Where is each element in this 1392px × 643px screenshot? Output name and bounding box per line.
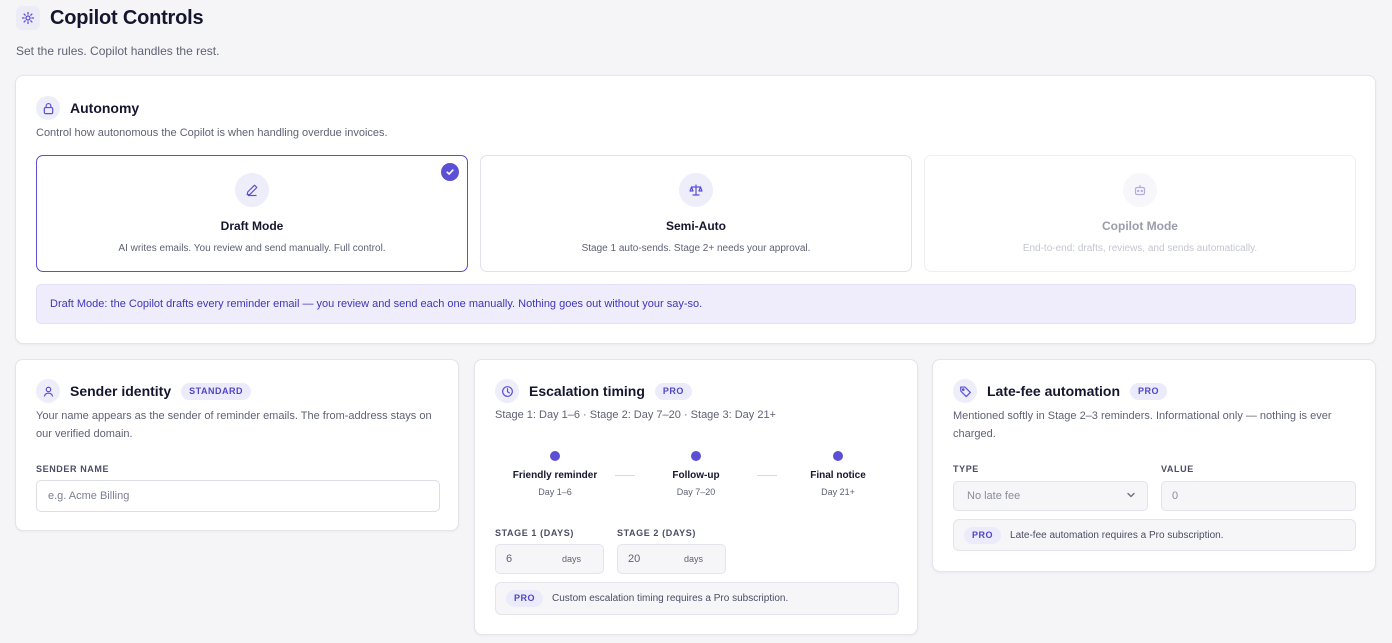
late-fee-type-select[interactable]: No late fee xyxy=(953,481,1148,511)
stage-range: Day 7–20 xyxy=(676,487,716,497)
escalation-summary: Stage 1: Day 1–6 · Stage 2: Day 7–20 · S… xyxy=(495,409,776,421)
stage-name: Final notice xyxy=(810,470,866,481)
late-fee-value: 0 xyxy=(1172,490,1179,502)
type-value: No late fee xyxy=(967,490,1021,502)
autonomy-title: Autonomy xyxy=(70,100,140,116)
stage-follow-up: Follow-up Day 7–20 xyxy=(649,451,743,497)
days-unit: days xyxy=(561,554,581,564)
pencil-icon xyxy=(235,173,269,207)
mode-option-semi-auto[interactable]: Semi-Auto Stage 1 auto-sends. Stage 2+ n… xyxy=(480,155,912,272)
stage-range: Day 21+ xyxy=(821,487,855,497)
page-subtitle: Set the rules. Copilot handles the rest. xyxy=(16,44,220,58)
days-unit: days xyxy=(683,554,703,564)
standard-badge: STANDARD xyxy=(181,382,251,400)
stage-name: Follow-up xyxy=(672,470,720,481)
sparkle-icon xyxy=(16,6,40,30)
mode-description: End-to-end: drafts, reviews, and sends a… xyxy=(1022,243,1258,254)
late-fee-card: Late-fee automation PRO Mentioned softly… xyxy=(932,359,1376,572)
stage2-days-label: STAGE 2 (DAYS) xyxy=(617,528,696,538)
value-label: VALUE xyxy=(1161,464,1194,474)
pro-upgrade-note: PRO Late-fee automation requires a Pro s… xyxy=(953,519,1356,551)
mode-name: Draft Mode xyxy=(220,219,284,233)
sender-title: Sender identity xyxy=(70,383,172,399)
pro-upgrade-note: PRO Custom escalation timing requires a … xyxy=(495,582,899,615)
sender-name-input[interactable] xyxy=(36,480,440,512)
stage2-days-stepper[interactable]: 20 days xyxy=(617,544,726,574)
mode-description: Stage 1 auto-sends. Stage 2+ needs your … xyxy=(581,243,811,254)
stage-dot xyxy=(550,451,560,461)
pro-badge: PRO xyxy=(654,382,692,400)
autonomy-card: Autonomy Control how autonomous the Copi… xyxy=(15,75,1376,344)
stage-range: Day 1–6 xyxy=(538,487,572,497)
page-header: Copilot Controls Set the rules. Copilot … xyxy=(16,6,219,58)
stage-name: Friendly reminder xyxy=(512,470,598,481)
stage-final-notice: Final notice Day 21+ xyxy=(791,451,885,497)
late-fee-description: Mentioned softly in Stage 2–3 reminders.… xyxy=(953,410,1332,440)
stage1-days-label: STAGE 1 (DAYS) xyxy=(495,528,574,538)
pro-badge: PRO xyxy=(964,526,1002,544)
mode-option-draft[interactable]: Draft Mode AI writes emails. You review … xyxy=(36,155,468,272)
sender-description: Your name appears as the sender of remin… xyxy=(36,410,432,440)
late-fee-title: Late-fee automation xyxy=(987,383,1121,399)
sender-name-label: SENDER NAME xyxy=(36,464,110,474)
mode-name: Copilot Mode xyxy=(1102,219,1178,233)
user-icon xyxy=(36,379,60,403)
escalation-title: Escalation timing xyxy=(529,383,645,399)
mode-description: AI writes emails. You review and send ma… xyxy=(118,243,386,254)
type-label: TYPE xyxy=(953,464,979,474)
tag-icon xyxy=(953,379,977,403)
chevron-down-icon xyxy=(1125,489,1137,504)
clock-icon xyxy=(495,379,519,403)
pro-note-text: Late-fee automation requires a Pro subsc… xyxy=(1010,529,1224,541)
sender-identity-card: Sender identity STANDARD Your name appea… xyxy=(15,359,459,531)
lock-icon xyxy=(36,96,60,120)
stage1-days-value: 6 xyxy=(506,553,513,565)
autonomy-description: Control how autonomous the Copilot is wh… xyxy=(36,127,388,139)
stage1-days-stepper[interactable]: 6 days xyxy=(495,544,604,574)
escalation-timing-card: Escalation timing PRO Stage 1: Day 1–6 ·… xyxy=(474,359,918,635)
stage-dot xyxy=(691,451,701,461)
stage2-days-value: 20 xyxy=(628,553,641,565)
robot-icon xyxy=(1123,173,1157,207)
stage-friendly-reminder: Friendly reminder Day 1–6 xyxy=(508,451,602,497)
stage-dot xyxy=(833,451,843,461)
mode-name: Semi-Auto xyxy=(666,219,726,233)
pro-badge: PRO xyxy=(1130,382,1168,400)
late-fee-value-input[interactable]: 0 xyxy=(1161,481,1356,511)
stage-connector xyxy=(757,475,777,476)
stage-connector xyxy=(615,475,635,476)
autonomy-mode-options: Draft Mode AI writes emails. You review … xyxy=(36,155,1356,272)
mode-info-banner: Draft Mode: the Copilot drafts every rem… xyxy=(36,284,1356,324)
mode-option-copilot[interactable]: Copilot Mode End-to-end: drafts, reviews… xyxy=(924,155,1356,272)
scale-icon xyxy=(679,173,713,207)
checkmark-icon xyxy=(441,163,459,181)
page-title: Copilot Controls xyxy=(50,6,204,29)
pro-badge: PRO xyxy=(506,590,544,607)
pro-note-text: Custom escalation timing requires a Pro … xyxy=(552,593,789,604)
